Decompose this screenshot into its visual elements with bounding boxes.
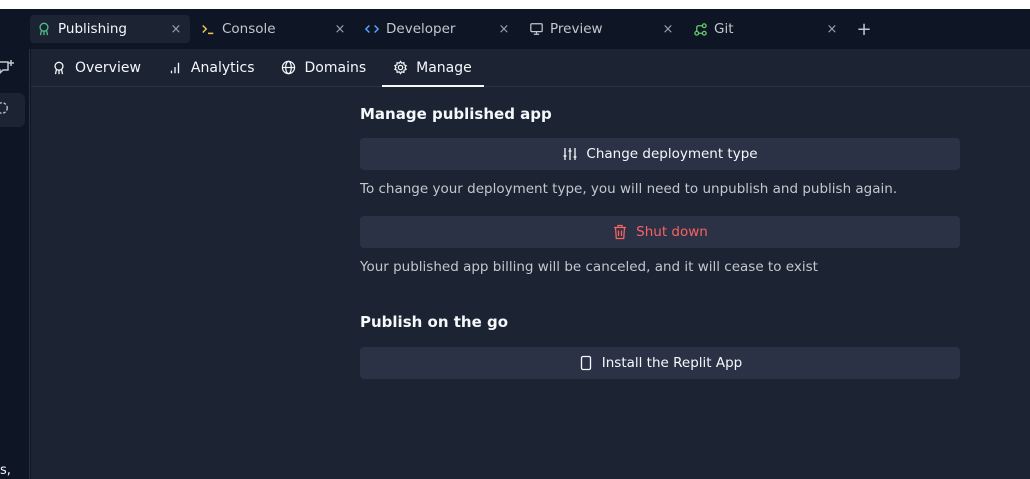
gear-icon — [392, 60, 408, 76]
publishing-icon — [51, 60, 67, 76]
tab-label: Preview — [550, 21, 603, 37]
git-icon — [692, 21, 708, 37]
publish-on-the-go-title: Publish on the go — [360, 313, 509, 331]
tab-label: Publishing — [58, 21, 127, 37]
globe-icon — [281, 60, 297, 76]
bar-chart-icon — [167, 60, 183, 76]
tab-label: Git — [714, 21, 734, 37]
button-label: Install the Replit App — [601, 355, 743, 371]
code-icon — [364, 21, 380, 37]
phone-icon — [578, 355, 594, 371]
change-deployment-type-button[interactable]: Change deployment type — [360, 138, 960, 170]
close-icon[interactable]: × — [662, 22, 674, 37]
trash-icon — [612, 224, 628, 240]
button-label: Shut down — [636, 224, 708, 240]
manage-section-title: Manage published app — [360, 105, 552, 123]
shut-down-button[interactable]: Shut down — [360, 216, 960, 248]
button-label: Change deployment type — [586, 146, 758, 162]
add-tab-button[interactable]: + — [852, 17, 876, 41]
subtab-label: Manage — [416, 59, 472, 76]
subtab-manage[interactable]: Manage — [382, 49, 484, 87]
subtab-label: Analytics — [190, 59, 255, 76]
monitor-icon — [528, 21, 544, 37]
console-icon — [200, 21, 216, 37]
sidebar-active-item[interactable] — [0, 93, 25, 127]
truncated-text: s, — [0, 463, 11, 478]
left-sidebar-strip: s, — [0, 49, 30, 479]
window-top-strip — [0, 0, 1030, 9]
subtab-label: Domains — [304, 59, 367, 76]
install-replit-app-button[interactable]: Install the Replit App — [360, 347, 960, 379]
tab-git[interactable]: Git × — [686, 15, 846, 43]
subtab-analytics[interactable]: Analytics — [157, 49, 267, 86]
tab-developer[interactable]: Developer × — [358, 15, 518, 43]
tab-preview[interactable]: Preview × — [522, 15, 682, 43]
publishing-icon — [36, 21, 52, 37]
tab-publishing[interactable]: Publishing × — [30, 15, 190, 43]
sliders-icon — [562, 146, 578, 162]
tab-console[interactable]: Console × — [194, 15, 354, 43]
subtab-overview[interactable]: Overview — [41, 49, 153, 86]
publishing-subnav: Overview Analytics Domains Manage — [31, 49, 1030, 87]
loading-icon — [0, 101, 9, 119]
add-comment-icon[interactable] — [0, 57, 16, 77]
close-icon[interactable]: × — [498, 22, 510, 37]
tab-label: Developer — [386, 21, 456, 37]
change-deployment-note: To change your deployment type, you will… — [360, 181, 898, 197]
subtab-domains[interactable]: Domains — [271, 49, 379, 86]
subtab-label: Overview — [75, 59, 141, 76]
publishing-panel: Overview Analytics Domains Manage Manage… — [31, 49, 1030, 479]
close-icon[interactable]: × — [334, 22, 346, 37]
close-icon[interactable]: × — [826, 22, 838, 37]
workspace-tab-bar: Publishing × Console × Developer × Previ… — [0, 9, 1030, 49]
tab-label: Console — [222, 21, 276, 37]
close-icon[interactable]: × — [170, 22, 182, 37]
shut-down-note: Your published app billing will be cance… — [360, 259, 818, 275]
manage-content: Manage published app Change deployment t… — [360, 105, 960, 379]
